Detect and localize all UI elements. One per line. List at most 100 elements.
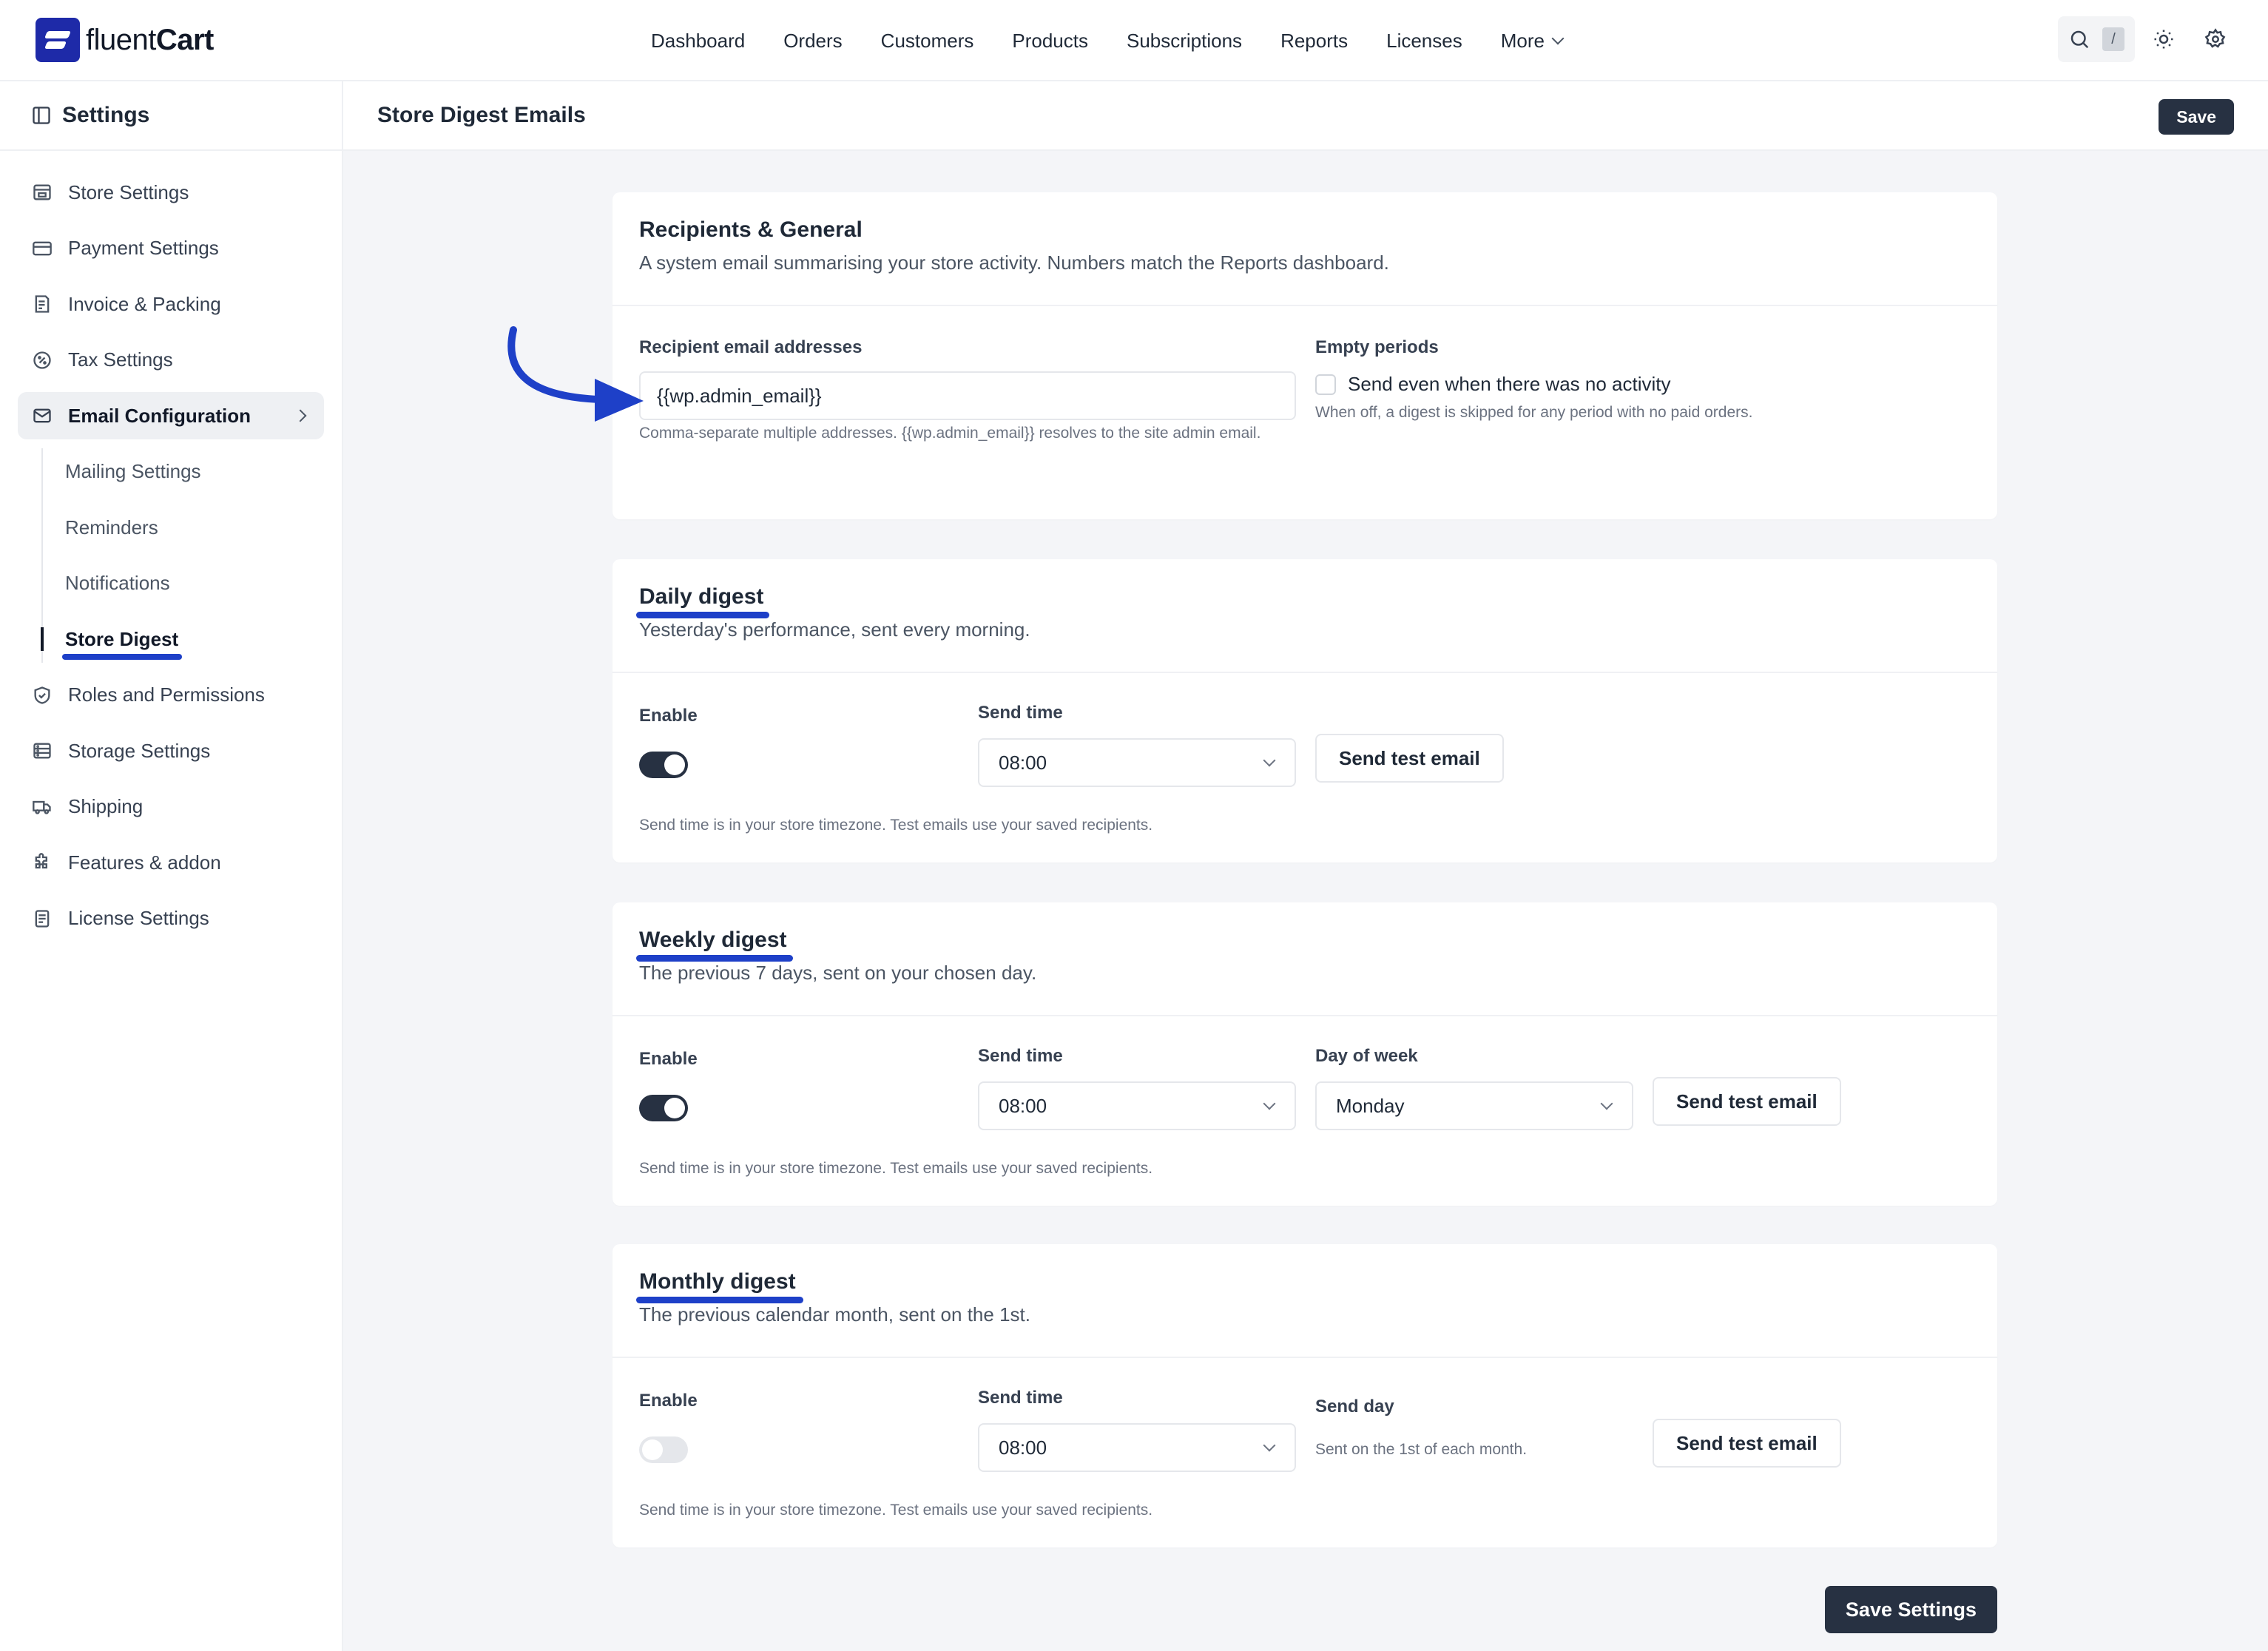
sidebar-item-label: Payment Settings — [68, 237, 219, 259]
sidebar-item-roles-permissions[interactable]: Roles and Permissions — [18, 672, 324, 719]
monthly-send-test-button[interactable]: Send test email — [1653, 1419, 1841, 1468]
top-navbar: fluentCart Dashboard Orders Customers Pr… — [0, 0, 2268, 81]
page-title: Store Digest Emails — [377, 103, 586, 127]
monthly-help: Send time is in your store timezone. Tes… — [639, 1502, 1153, 1519]
invoice-icon — [31, 293, 53, 315]
weekly-digest-card: Weekly digest The previous 7 days, sent … — [612, 902, 1997, 1206]
card-title: Weekly digest — [636, 928, 793, 962]
card-description: A system email summarising your store ac… — [639, 251, 1389, 274]
save-settings-button[interactable]: Save Settings — [1824, 1586, 1997, 1633]
storage-icon — [31, 740, 53, 762]
weekly-enable-label: Enable — [639, 1049, 698, 1069]
recipients-input[interactable] — [639, 371, 1296, 420]
nav-licenses[interactable]: Licenses — [1386, 30, 1462, 53]
nav-dashboard[interactable]: Dashboard — [651, 30, 745, 53]
credit-card-icon — [31, 237, 53, 260]
card-description: Yesterday's performance, sent every morn… — [639, 618, 1030, 641]
sidebar-item-email-configuration[interactable]: Email Configuration — [18, 392, 324, 439]
annotation-arrow-icon — [507, 326, 644, 422]
card-description: The previous 7 days, sent on your chosen… — [639, 962, 1037, 984]
weekly-send-test-button[interactable]: Send test email — [1653, 1077, 1841, 1126]
sidebar-subitem-reminders[interactable]: Reminders — [43, 504, 324, 551]
search-button[interactable]: / — [2058, 16, 2135, 62]
chevron-down-icon — [1600, 1097, 1613, 1110]
weekly-day-select[interactable]: Monday — [1315, 1081, 1633, 1130]
sidebar-item-label: Invoice & Packing — [68, 292, 221, 315]
monthly-enable-label: Enable — [639, 1391, 698, 1411]
daily-help: Send time is in your store timezone. Tes… — [639, 817, 1153, 834]
search-shortcut-key: / — [2102, 27, 2124, 51]
store-icon — [31, 181, 53, 203]
sidebar-item-tax-settings[interactable]: Tax Settings — [18, 337, 324, 384]
weekly-enable-toggle[interactable] — [639, 1095, 688, 1121]
weekly-time-label: Send time — [978, 1046, 1063, 1066]
monthly-enable-toggle[interactable] — [639, 1436, 688, 1463]
sidebar-item-shipping[interactable]: Shipping — [18, 783, 324, 831]
weekly-day-label: Day of week — [1315, 1046, 1418, 1066]
monthly-digest-card: Monthly digest The previous calendar mon… — [612, 1244, 1997, 1547]
card-title: Recipients & General — [639, 217, 863, 242]
empty-periods-help: When off, a digest is skipped for any pe… — [1315, 404, 1753, 421]
annotation-underline — [636, 612, 769, 618]
sidebar-item-label: Storage Settings — [68, 739, 211, 762]
recipients-help: Comma-separate multiple addresses. {{wp.… — [639, 425, 1261, 442]
brand-logo[interactable]: fluentCart — [36, 18, 214, 62]
search-icon — [2070, 30, 2089, 49]
nav-reports[interactable]: Reports — [1280, 30, 1348, 53]
chevron-right-icon — [294, 409, 307, 422]
sidebar-item-license-settings[interactable]: License Settings — [18, 895, 324, 942]
recipients-label: Recipient email addresses — [639, 337, 863, 357]
daily-time-label: Send time — [978, 703, 1063, 723]
daily-enable-label: Enable — [639, 706, 698, 726]
percent-icon — [31, 349, 53, 371]
mail-icon — [31, 405, 53, 427]
sidebar-item-invoice-packing[interactable]: Invoice & Packing — [18, 280, 324, 328]
sidebar-header: Settings — [0, 81, 342, 151]
sidebar-item-label: Email Configuration — [68, 404, 251, 427]
gear-icon — [2204, 28, 2226, 48]
email-config-submenu: Mailing Settings Reminders Notifications… — [41, 448, 324, 663]
empty-periods-checkbox[interactable] — [1315, 374, 1336, 395]
main-content: Store Digest Emails Save Recipients & Ge… — [343, 81, 2268, 1651]
brand-name: fluentCart — [86, 23, 214, 56]
weekly-time-select[interactable]: 08:00 — [978, 1081, 1296, 1130]
sidebar-item-store-settings[interactable]: Store Settings — [18, 169, 324, 216]
daily-send-test-button[interactable]: Send test email — [1315, 734, 1504, 783]
card-title: Daily digest — [636, 584, 769, 618]
sidebar-panel-icon[interactable] — [31, 105, 52, 126]
sidebar-subitem-mailing-settings[interactable]: Mailing Settings — [43, 448, 324, 496]
sidebar-subitem-label: Store Digest — [65, 627, 179, 650]
sidebar-item-features-addon[interactable]: Features & addon — [18, 839, 324, 886]
nav-subscriptions[interactable]: Subscriptions — [1127, 30, 1242, 53]
sun-icon — [2154, 30, 2173, 49]
nav-more[interactable]: More — [1500, 29, 1565, 53]
page-header: Store Digest Emails Save — [343, 81, 2268, 151]
save-button[interactable]: Save — [2159, 99, 2234, 135]
sidebar-item-label: Shipping — [68, 795, 144, 817]
sidebar-item-payment-settings[interactable]: Payment Settings — [18, 225, 324, 272]
daily-enable-toggle[interactable] — [639, 752, 688, 778]
nav-more-label: More — [1500, 29, 1545, 52]
settings-button[interactable] — [2193, 16, 2238, 62]
truck-icon — [31, 796, 53, 818]
sidebar-subitem-notifications[interactable]: Notifications — [43, 560, 324, 607]
sidebar-item-storage-settings[interactable]: Storage Settings — [18, 727, 324, 774]
chevron-down-icon — [1551, 32, 1565, 45]
monthly-time-select[interactable]: 08:00 — [978, 1423, 1296, 1472]
main-nav: Dashboard Orders Customers Products Subs… — [651, 0, 1601, 81]
sidebar-item-label: License Settings — [68, 907, 209, 929]
sidebar-item-label: Tax Settings — [68, 348, 173, 371]
select-value: Monday — [1336, 1094, 1405, 1117]
nav-orders[interactable]: Orders — [783, 30, 842, 53]
nav-products[interactable]: Products — [1012, 30, 1088, 53]
shield-check-icon — [31, 684, 53, 706]
chevron-down-icon — [1263, 1097, 1276, 1110]
chevron-down-icon — [1263, 754, 1276, 767]
daily-time-select[interactable]: 08:00 — [978, 738, 1296, 787]
theme-toggle-button[interactable] — [2141, 16, 2187, 62]
sidebar-item-label: Roles and Permissions — [68, 683, 265, 706]
select-value: 08:00 — [999, 751, 1047, 774]
sidebar-item-label: Store Settings — [68, 180, 189, 203]
select-value: 08:00 — [999, 1436, 1047, 1459]
nav-customers[interactable]: Customers — [881, 30, 974, 53]
